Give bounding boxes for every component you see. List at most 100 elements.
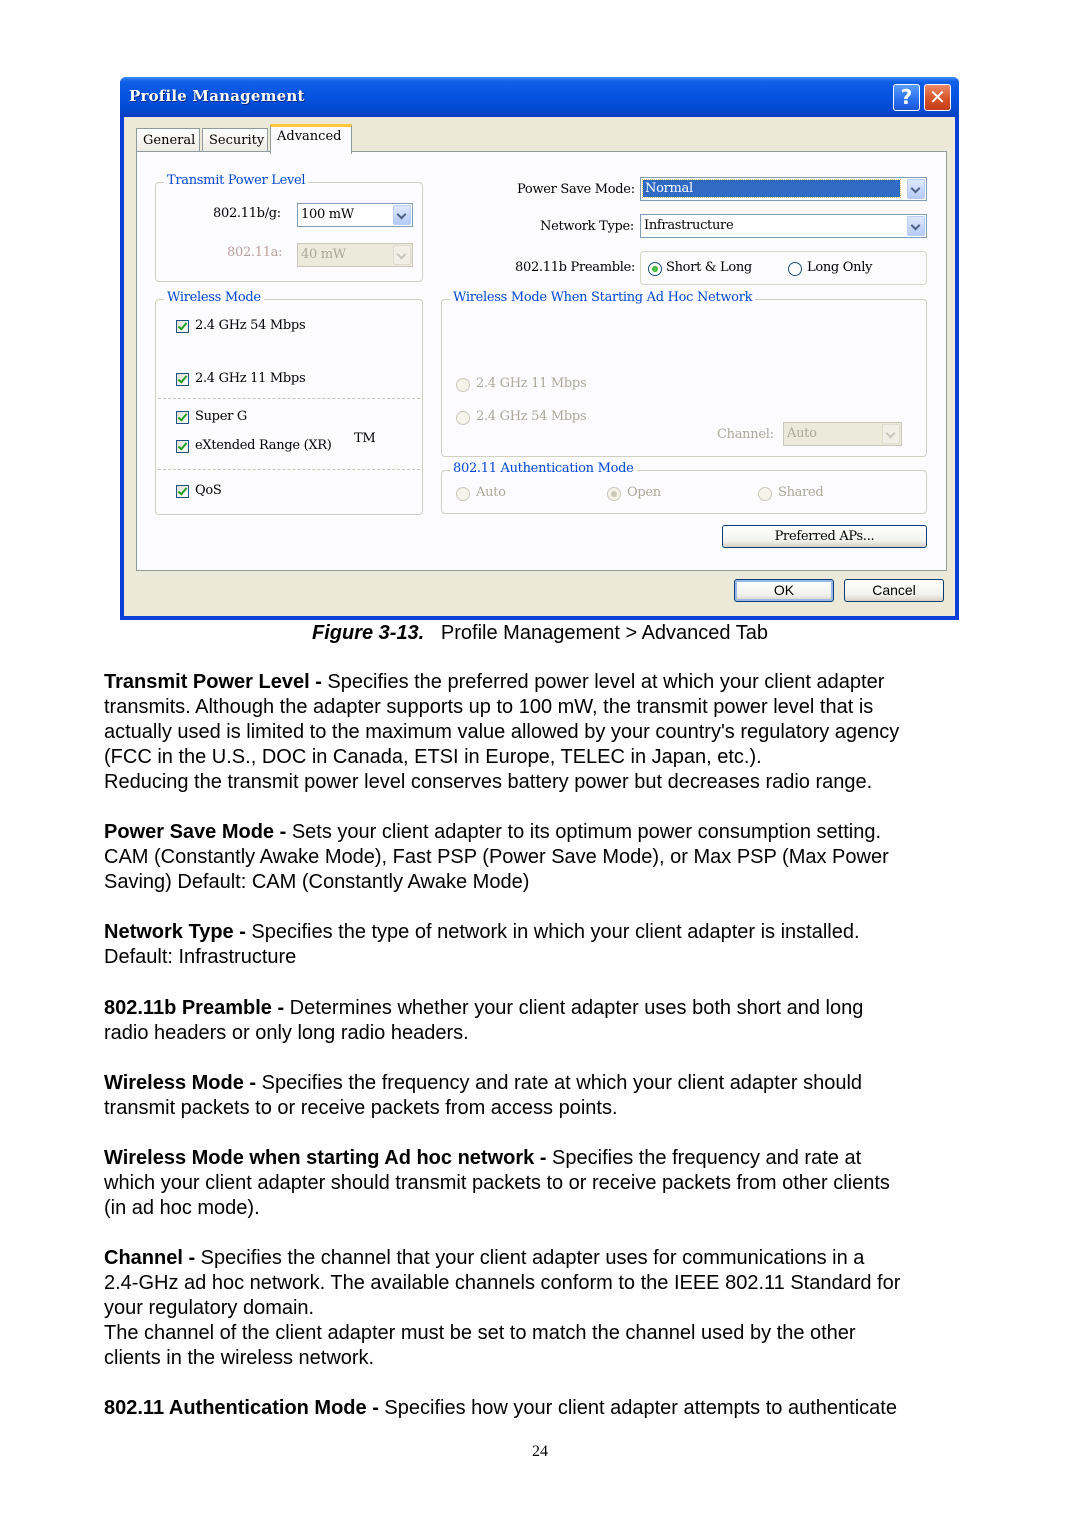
xr-label[interactable]: eXtended Range (XR): [195, 438, 332, 453]
chevron-down-icon[interactable]: [907, 179, 925, 199]
paragraph-text: clients in the wireless network.: [104, 1347, 375, 1369]
paragraph-text: Specifies the frequency and rate at: [546, 1147, 862, 1169]
wm-54mbps-checkbox[interactable]: [176, 320, 189, 333]
auth-shared-radio[interactable]: [758, 487, 772, 501]
network-type-select[interactable]: Infrastructure: [640, 214, 927, 238]
a-power-select[interactable]: 40 mW: [297, 243, 413, 267]
paragraph-text: transmit packets to or receive packets f…: [104, 1097, 618, 1119]
channel-select[interactable]: Auto: [783, 422, 902, 446]
paragraph-line: which your client adapter should transmi…: [104, 1171, 984, 1196]
figure-title: Profile Management > Advanced Tab: [440, 622, 768, 644]
paragraph-term: Channel -: [104, 1247, 196, 1269]
help-button[interactable]: ?: [893, 84, 920, 111]
tab-general[interactable]: General: [136, 128, 200, 152]
paragraph-term: Network Type -: [104, 921, 246, 943]
paragraph: 802.11b Preamble - Determines whether yo…: [104, 996, 984, 1046]
paragraph-line: Wireless Mode when starting Ad hoc netwo…: [104, 1146, 984, 1171]
super-g-checkbox[interactable]: [176, 411, 189, 424]
paragraph-line: 802.11 Authentication Mode - Specifies h…: [104, 1396, 984, 1421]
trademark-mark: TM: [354, 431, 376, 446]
adhoc-mode-group: Wireless Mode When Starting Ad Hoc Netwo…: [441, 290, 927, 457]
chevron-down-icon[interactable]: [393, 205, 411, 225]
paragraph-line: radio headers or only long radio headers…: [104, 1021, 984, 1046]
bg-power-select[interactable]: 100 mW: [297, 203, 413, 227]
qos-checkbox[interactable]: [176, 485, 189, 498]
paragraph-line: The channel of the client adapter must b…: [104, 1321, 984, 1346]
xr-checkbox[interactable]: [176, 440, 189, 453]
paragraph-term: Wireless Mode -: [104, 1072, 257, 1094]
auth-auto-radio[interactable]: [456, 487, 470, 501]
a-power-value: 40 mW: [301, 247, 346, 262]
paragraph-text: your regulatory domain.: [104, 1297, 315, 1319]
wireless-mode-legend: Wireless Mode: [164, 290, 264, 305]
paragraph-line: transmits. Although the adapter supports…: [104, 695, 984, 720]
paragraph-line: Transmit Power Level - Specifies the pre…: [104, 670, 984, 695]
paragraph-text: (in ad hoc mode).: [104, 1197, 260, 1219]
preamble-short-long-label[interactable]: Short & Long: [666, 260, 752, 275]
qos-label[interactable]: QoS: [195, 483, 222, 498]
preamble-short-long-radio[interactable]: [648, 262, 662, 276]
tab-advanced[interactable]: Advanced: [270, 124, 352, 154]
paragraph-text: Specifies how your client adapter attemp…: [378, 1397, 897, 1419]
adhoc-11mbps-label[interactable]: 2.4 GHz 11 Mbps: [476, 376, 587, 391]
paragraph-term: Wireless Mode when starting Ad hoc netwo…: [104, 1147, 547, 1169]
ok-button[interactable]: OK: [734, 579, 834, 602]
close-button[interactable]: ✕: [924, 84, 951, 111]
preferred-aps-button[interactable]: Preferred APs...: [722, 525, 927, 548]
adhoc-54mbps-label[interactable]: 2.4 GHz 54 Mbps: [476, 409, 587, 424]
tab-security[interactable]: Security: [202, 128, 268, 152]
paragraph-line: (FCC in the U.S., DOC in Canada, ETSI in…: [104, 745, 984, 770]
paragraph: Network Type - Specifies the type of net…: [104, 920, 984, 970]
paragraph-term: Transmit Power Level -: [104, 671, 322, 693]
adhoc-54mbps-radio[interactable]: [456, 411, 470, 425]
transmit-power-group: Transmit Power Level 802.11b/g: 100 mW 8…: [155, 173, 423, 282]
paragraph-line: (in ad hoc mode).: [104, 1196, 984, 1221]
paragraph: Channel - Specifies the channel that you…: [104, 1246, 984, 1371]
auth-open-label[interactable]: Open: [627, 485, 661, 500]
channel-value: Auto: [787, 426, 817, 441]
bg-power-value: 100 mW: [301, 207, 354, 222]
paragraph-text: Reducing the transmit power level conser…: [104, 771, 873, 793]
page-number: 24: [532, 1443, 548, 1460]
paragraph-text: The channel of the client adapter must b…: [104, 1322, 856, 1344]
auth-auto-label[interactable]: Auto: [476, 485, 506, 500]
divider: [158, 469, 420, 470]
paragraph-text: Specifies the preferred power level at w…: [321, 671, 885, 693]
transmit-power-legend: Transmit Power Level: [164, 173, 309, 188]
paragraph-line: Default: Infrastructure: [104, 945, 984, 970]
adhoc-mode-legend: Wireless Mode When Starting Ad Hoc Netwo…: [450, 290, 756, 305]
cancel-button[interactable]: Cancel: [844, 579, 944, 602]
wm-11mbps-label[interactable]: 2.4 GHz 11 Mbps: [195, 371, 306, 386]
power-save-select[interactable]: Normal: [640, 177, 927, 201]
network-type-value: Infrastructure: [644, 218, 734, 233]
profile-management-dialog: Profile Management ? ✕ General Security …: [120, 77, 959, 620]
paragraph-text: actually used is limited to the maximum …: [104, 721, 900, 743]
auth-open-radio[interactable]: [607, 487, 621, 501]
paragraph-text: Saving) Default: CAM (Constantly Awake M…: [104, 871, 530, 893]
auth-mode-legend: 802.11 Authentication Mode: [450, 461, 637, 476]
paragraph-line: 2.4-GHz ad hoc network. The available ch…: [104, 1271, 984, 1296]
paragraph-text: Default: Infrastructure: [104, 946, 297, 968]
chevron-down-icon[interactable]: [907, 216, 925, 236]
chevron-down-icon[interactable]: [882, 424, 900, 444]
title-bar[interactable]: Profile Management ? ✕: [120, 77, 959, 117]
dialog-title: Profile Management: [129, 87, 305, 105]
paragraph: Wireless Mode when starting Ad hoc netwo…: [104, 1146, 984, 1221]
chevron-down-icon[interactable]: [393, 245, 411, 265]
wm-54mbps-label[interactable]: 2.4 GHz 54 Mbps: [195, 318, 306, 333]
paragraph-line: Power Save Mode - Sets your client adapt…: [104, 820, 984, 845]
wm-11mbps-checkbox[interactable]: [176, 373, 189, 386]
preamble-long-only-radio[interactable]: [788, 262, 802, 276]
paragraph-text: Specifies the channel that your client a…: [195, 1247, 865, 1269]
auth-shared-label[interactable]: Shared: [778, 485, 824, 500]
paragraph-text: 2.4-GHz ad hoc network. The available ch…: [104, 1272, 901, 1294]
adhoc-11mbps-radio[interactable]: [456, 378, 470, 392]
paragraph-text: CAM (Constantly Awake Mode), Fast PSP (P…: [104, 846, 889, 868]
paragraph: Transmit Power Level - Specifies the pre…: [104, 670, 984, 795]
paragraph-line: transmit packets to or receive packets f…: [104, 1096, 984, 1121]
paragraph-line: CAM (Constantly Awake Mode), Fast PSP (P…: [104, 845, 984, 870]
paragraph-term: 802.11b Preamble -: [104, 997, 285, 1019]
help-icon: ?: [900, 85, 913, 109]
preamble-long-only-label[interactable]: Long Only: [807, 260, 872, 275]
super-g-label[interactable]: Super G: [195, 409, 247, 424]
